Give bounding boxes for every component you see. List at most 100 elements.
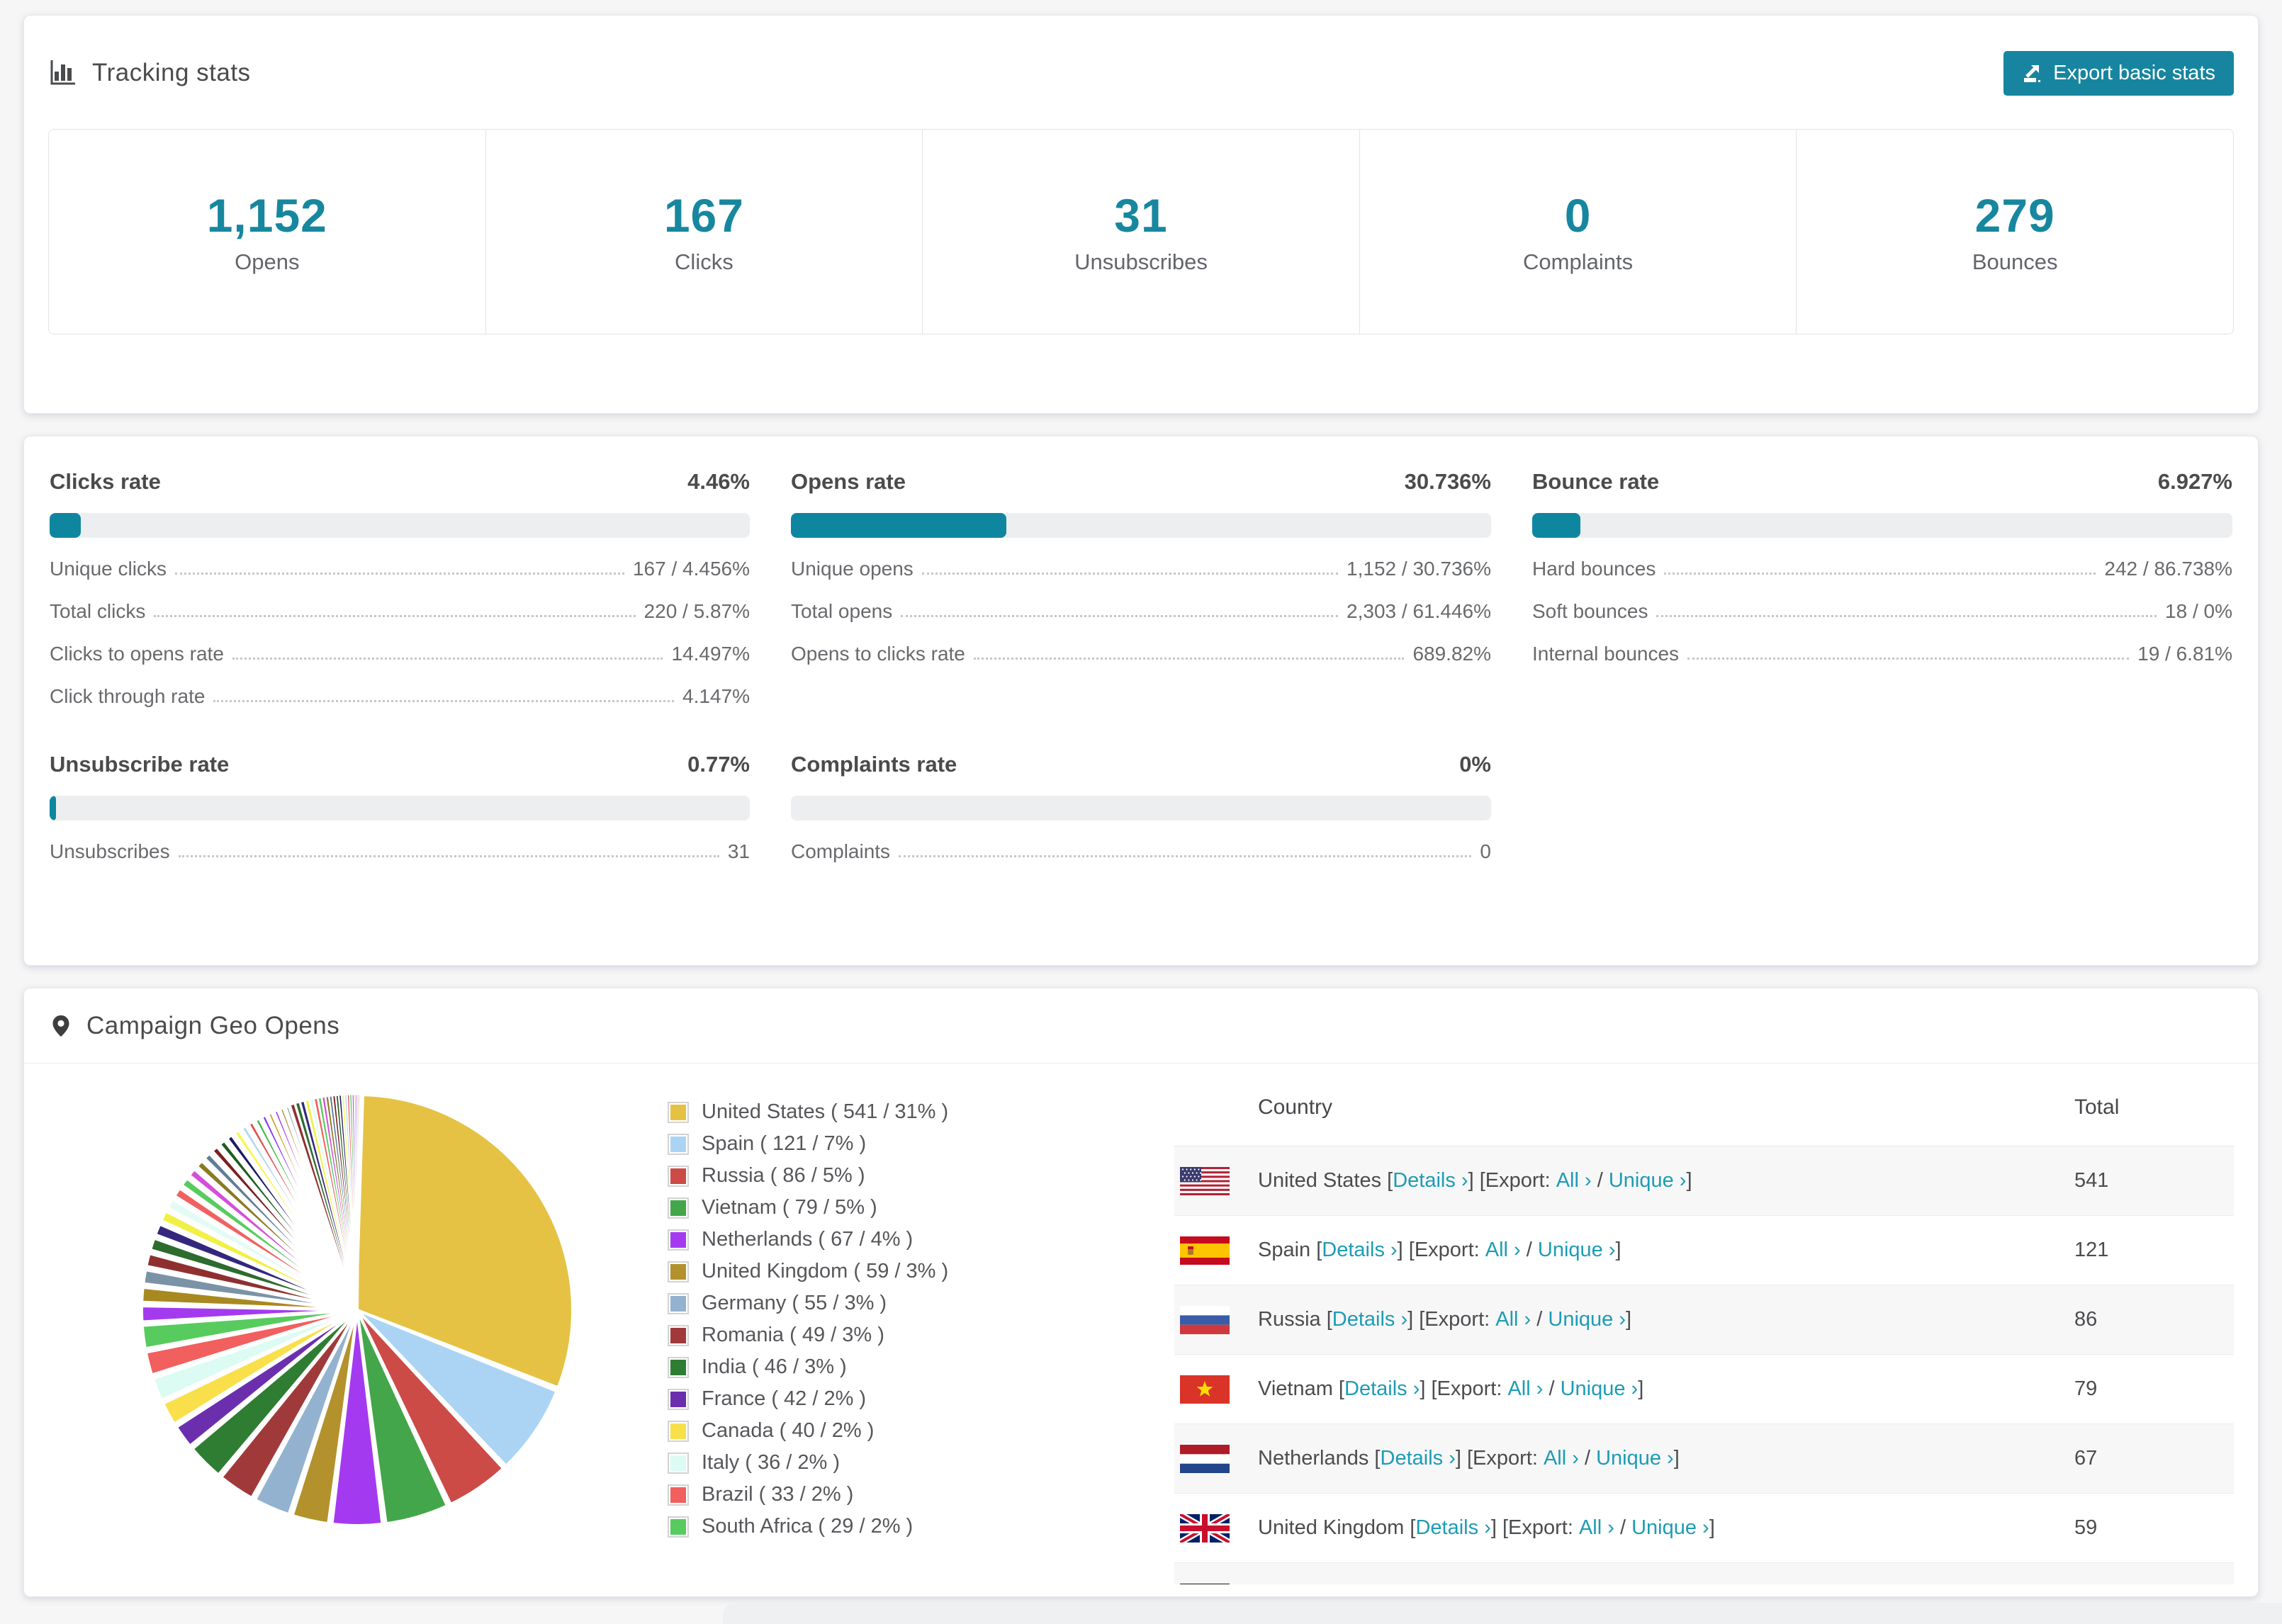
bar-chart-icon <box>48 59 77 87</box>
flag-icon-ru <box>1180 1305 1230 1334</box>
rate-detail-row: Unique opens 1,152 / 30.736% <box>791 558 1491 580</box>
rate-title: Unsubscribe rate <box>50 752 230 777</box>
legend-swatch <box>668 1101 689 1123</box>
map-pin-icon <box>52 1015 69 1037</box>
rate-title: Complaints rate <box>791 752 957 777</box>
export-unique-link[interactable]: Unique › <box>1631 1516 1709 1540</box>
rate-section-bounce-rate: Bounce rate 6.927% Hard bounces 242 / 86.73… <box>1532 469 2232 708</box>
geo-pie-column <box>24 1064 598 1584</box>
export-all-link[interactable]: All › <box>1507 1377 1543 1401</box>
rate-detail-row: Complaints 0 <box>791 840 1491 862</box>
progress-bar <box>791 513 1491 538</box>
legend-label: France ( 42 / 2% ) <box>702 1387 867 1410</box>
rate-title: Bounce rate <box>1532 469 1660 494</box>
geo-body: United States ( 541 / 31% ) Spain ( 121 /… <box>24 1064 2258 1584</box>
stat-box-opens: 1,152 Opens <box>49 130 486 334</box>
legend-swatch <box>668 1420 689 1442</box>
flag-icon-vn <box>1180 1375 1230 1404</box>
stat-value: 0 <box>1564 189 1592 242</box>
legend-swatch <box>668 1229 689 1251</box>
country-row-united-kingdom: United Kingdom [Details ›] [Export: All … <box>1174 1494 2234 1563</box>
progress-bar <box>50 796 750 821</box>
country-row-russia: Russia [Details ›] [Export: All › / Uniq… <box>1174 1285 2234 1355</box>
rate-value: 0% <box>1459 752 1491 777</box>
country-name: Russia <box>1258 1308 1321 1331</box>
export-unique-link[interactable]: Unique › <box>1596 1447 1674 1470</box>
country-name: Spain <box>1258 1239 1311 1261</box>
rates-card: Clicks rate 4.46% Unique clicks 167 / 4.456… <box>23 436 2259 966</box>
export-all-link[interactable]: All › <box>1544 1447 1579 1470</box>
stat-box-bounces: 279 Bounces <box>1797 130 2233 334</box>
country-row-germany: Germany [Details ›] [Export: All › / Uni… <box>1174 1563 2234 1584</box>
legend-swatch <box>668 1356 689 1378</box>
legend-swatch <box>668 1388 689 1410</box>
rate-detail-row: Clicks to opens rate 14.497% <box>50 643 750 665</box>
details-link[interactable]: Details › <box>1322 1239 1397 1262</box>
export-unique-link[interactable]: Unique › <box>1548 1308 1626 1331</box>
page-title: Tracking stats <box>92 59 251 86</box>
legend-item-united-kingdom: United Kingdom ( 59 / 3% ) <box>668 1256 1121 1287</box>
geo-country-table: Country Total United States [Details ›] … <box>1174 1064 2234 1584</box>
legend-item-russia: Russia ( 86 / 5% ) <box>668 1160 1121 1192</box>
details-link[interactable]: Details › <box>1381 1447 1456 1470</box>
export-icon <box>2024 65 2041 82</box>
country-name: Vietnam <box>1258 1377 1333 1400</box>
flag-icon-us <box>1180 1166 1230 1195</box>
stats-summary-row: 1,152 Opens 167 Clicks 31 Unsubscribes 0 Compla… <box>48 129 2234 334</box>
rate-section-clicks-rate: Clicks rate 4.46% Unique clicks 167 / 4.456… <box>50 469 750 708</box>
legend-label: Italy ( 36 / 2% ) <box>702 1451 841 1474</box>
geo-opens-pie-chart[interactable] <box>130 1083 584 1537</box>
details-link[interactable]: Details › <box>1415 1516 1490 1540</box>
rate-detail-row: Click through rate 4.147% <box>50 685 750 707</box>
legend-label: Vietnam ( 79 / 5% ) <box>702 1196 877 1219</box>
geo-header: Campaign Geo Opens <box>24 988 2258 1064</box>
stat-label: Bounces <box>1972 249 2058 274</box>
flag-icon-es <box>1180 1236 1230 1265</box>
rate-value: 0.77% <box>687 752 750 777</box>
flag-icon-de <box>1180 1583 1230 1584</box>
progress-bar <box>791 796 1491 821</box>
legend-item-italy: Italy ( 36 / 2% ) <box>668 1447 1121 1479</box>
export-all-link[interactable]: All › <box>1485 1239 1521 1262</box>
export-all-link[interactable]: All › <box>1579 1516 1614 1540</box>
country-total: 67 <box>2074 1447 2098 1470</box>
table-header-row: Country Total <box>1174 1064 2234 1146</box>
export-all-link[interactable]: All › <box>1495 1308 1531 1331</box>
export-all-link[interactable]: All › <box>1556 1169 1592 1192</box>
export-button-label: Export basic stats <box>2053 61 2215 84</box>
geo-pie-legend: United States ( 541 / 31% ) Spain ( 121 /… <box>668 1064 1121 1584</box>
rate-section-complaints-rate: Complaints rate 0% Complaints 0 <box>791 752 1491 863</box>
progress-bar <box>50 513 750 538</box>
country-row-netherlands: Netherlands [Details ›] [Export: All › /… <box>1174 1424 2234 1494</box>
stat-label: Clicks <box>675 249 734 274</box>
legend-label: Canada ( 40 / 2% ) <box>702 1419 875 1442</box>
rate-detail-row: Internal bounces 19 / 6.81% <box>1532 643 2232 665</box>
export-basic-stats-button[interactable]: Export basic stats <box>2003 50 2234 96</box>
legend-label: Germany ( 55 / 3% ) <box>702 1292 887 1314</box>
details-link[interactable]: Details › <box>1332 1308 1407 1331</box>
export-unique-link[interactable]: Unique › <box>1538 1239 1616 1262</box>
progress-bar <box>1532 513 2232 538</box>
export-unique-link[interactable]: Unique › <box>1561 1377 1639 1401</box>
stat-value: 167 <box>663 189 744 242</box>
legend-label: South Africa ( 29 / 2% ) <box>702 1515 914 1538</box>
legend-item-united-states: United States ( 541 / 31% ) <box>668 1096 1121 1128</box>
rate-value: 4.46% <box>687 469 750 494</box>
column-header-country: Country <box>1258 1095 1333 1119</box>
legend-label: Netherlands ( 67 / 4% ) <box>702 1228 914 1251</box>
legend-label: Romania ( 49 / 3% ) <box>702 1324 884 1346</box>
details-link[interactable]: Details › <box>1393 1169 1468 1192</box>
tracking-stats-header: Tracking stats Export basic stats <box>48 50 2234 96</box>
rate-detail-row: Unique clicks 167 / 4.456% <box>50 558 750 580</box>
legend-swatch <box>668 1197 689 1219</box>
next-section-edge <box>723 1603 2282 1624</box>
rate-detail-row: Opens to clicks rate 689.82% <box>791 643 1491 665</box>
legend-label: Brazil ( 33 / 2% ) <box>702 1483 854 1506</box>
legend-item-vietnam: Vietnam ( 79 / 5% ) <box>668 1192 1121 1224</box>
legend-item-france: France ( 42 / 2% ) <box>668 1383 1121 1415</box>
export-unique-link[interactable]: Unique › <box>1609 1169 1687 1192</box>
details-link[interactable]: Details › <box>1344 1377 1420 1401</box>
legend-swatch <box>668 1516 689 1538</box>
flag-icon-gb <box>1180 1513 1230 1543</box>
stat-label: Unsubscribes <box>1074 249 1208 274</box>
